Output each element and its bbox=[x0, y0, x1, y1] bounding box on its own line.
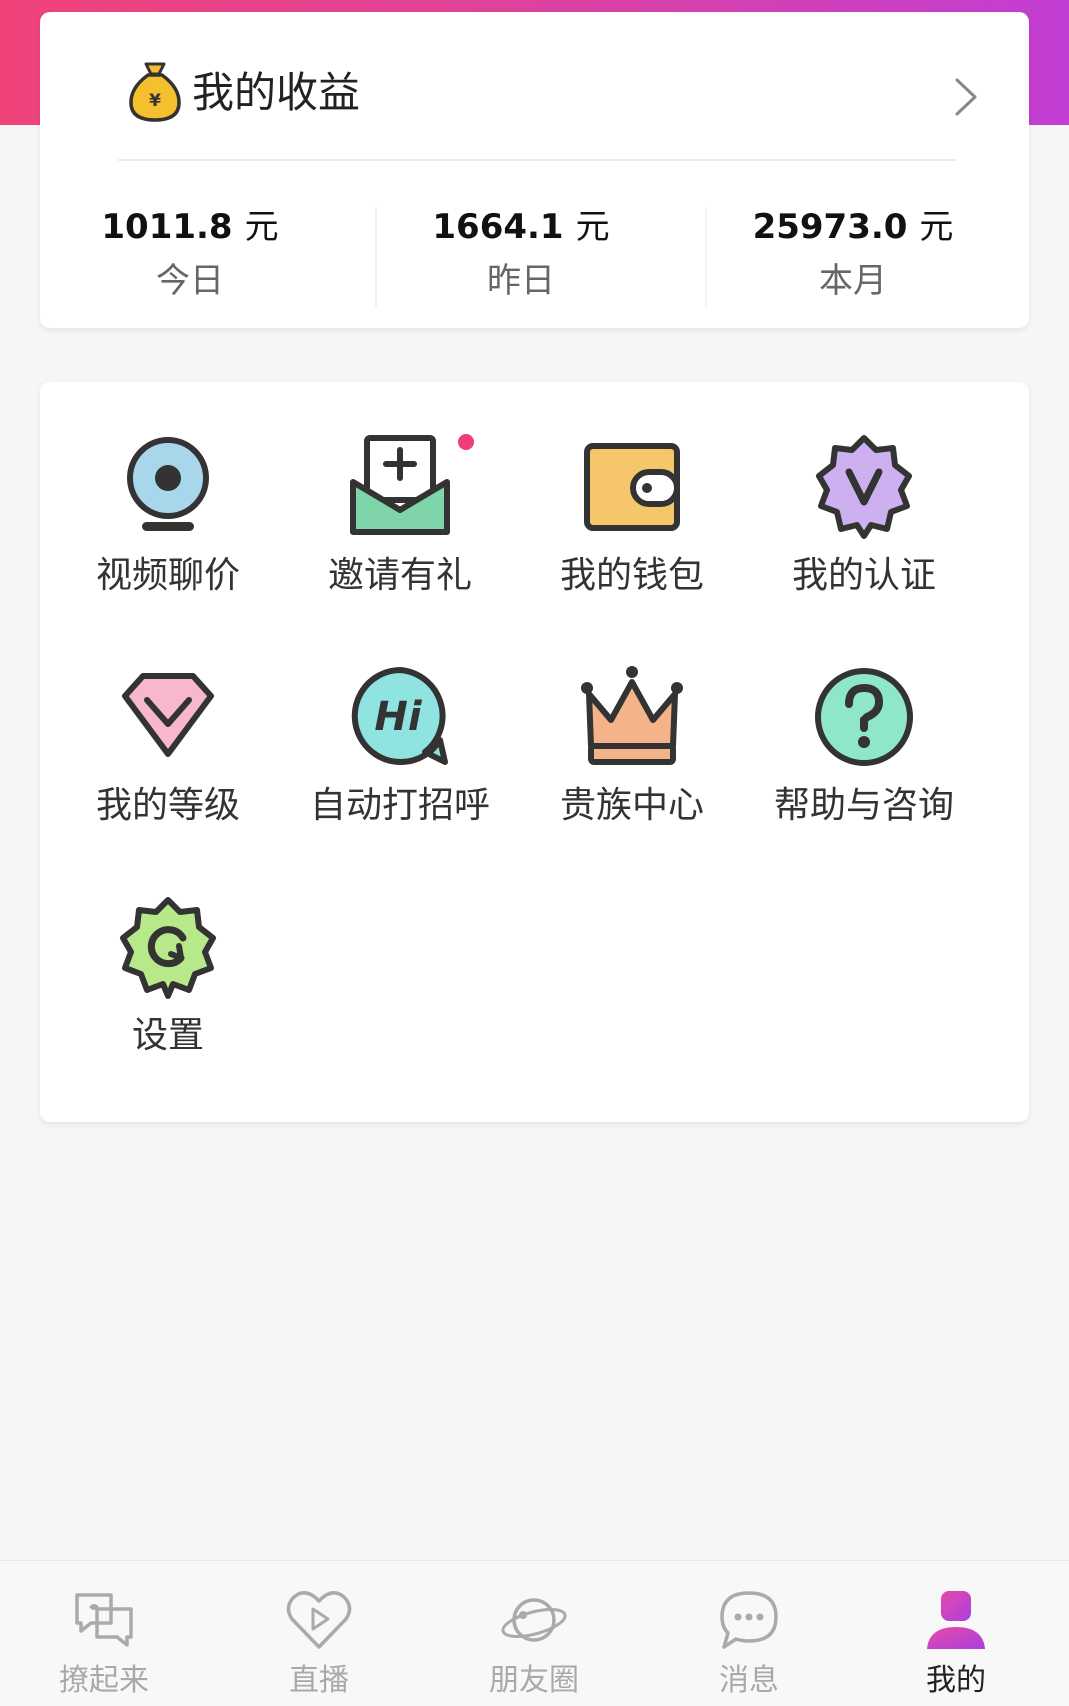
menu-label: 我的等级 bbox=[95, 785, 240, 826]
menu-my-verification[interactable]: 我的认证 bbox=[748, 432, 980, 632]
divider bbox=[705, 207, 707, 307]
menu-my-level[interactable]: 我的等级 bbox=[52, 662, 284, 862]
svg-text:Hi: Hi bbox=[374, 694, 422, 740]
stat-label: 昨日 bbox=[487, 261, 555, 301]
tab-label: 撩起来 bbox=[59, 1663, 149, 1698]
stat-yesterday: 1664.1 元 昨日 bbox=[391, 207, 651, 301]
divider bbox=[118, 159, 957, 161]
earnings-header[interactable]: ¥ 我的收益 bbox=[40, 12, 1029, 162]
money-bag-icon: ¥ bbox=[129, 62, 181, 122]
tab-label: 消息 bbox=[719, 1663, 779, 1698]
menu-label: 设置 bbox=[131, 1015, 204, 1056]
menu-label: 帮助与咨询 bbox=[773, 785, 954, 826]
crown-icon bbox=[581, 666, 683, 765]
tab-messages[interactable]: 消息 bbox=[669, 1587, 829, 1699]
message-icon bbox=[720, 1591, 778, 1649]
notification-dot bbox=[458, 434, 474, 450]
chat-bubbles-icon bbox=[75, 1593, 133, 1647]
hi-bubble-icon: Hi bbox=[351, 667, 448, 765]
menu-my-wallet[interactable]: 我的钱包 bbox=[516, 432, 748, 632]
menu-noble-center[interactable]: 贵族中心 bbox=[516, 662, 748, 862]
tab-label: 朋友圈 bbox=[489, 1663, 579, 1698]
stat-value: 1011.8 元 bbox=[101, 207, 279, 247]
settings-gear-icon bbox=[120, 897, 216, 999]
menu-label: 我的认证 bbox=[791, 555, 936, 596]
profile-icon bbox=[927, 1591, 985, 1649]
tab-mine[interactable]: 我的 bbox=[876, 1587, 1036, 1699]
menu-auto-greet[interactable]: Hi 自动打招呼 bbox=[284, 662, 516, 862]
stat-value: 1664.1 元 bbox=[432, 207, 610, 247]
verified-badge-icon bbox=[816, 435, 912, 539]
earnings-title: 我的收益 bbox=[192, 68, 361, 117]
stat-today: 1011.8 元 今日 bbox=[60, 207, 320, 301]
menu-help-consult[interactable]: 帮助与咨询 bbox=[748, 662, 980, 862]
divider bbox=[375, 207, 377, 307]
tab-moments[interactable]: 朋友圈 bbox=[454, 1587, 614, 1699]
menu-video-chat-price[interactable]: 视频聊价 bbox=[52, 432, 284, 632]
stat-label: 今日 bbox=[156, 261, 224, 301]
menu-label: 邀请有礼 bbox=[327, 555, 472, 596]
stat-label: 本月 bbox=[819, 261, 887, 301]
menu-label: 我的钱包 bbox=[559, 555, 704, 596]
menu-grid-card: 视频聊价 邀请有礼 我的钱包 我的认证 我的等级 Hi 自动打招呼 贵族中心 帮… bbox=[40, 382, 1029, 1122]
diamond-icon bbox=[122, 673, 214, 757]
tab-label: 我的 bbox=[926, 1663, 986, 1698]
menu-invite-gift[interactable]: 邀请有礼 bbox=[284, 432, 516, 632]
earnings-card: ¥ 我的收益 1011.8 元 今日 1664.1 元 昨日 25973.0 元 本月 bbox=[40, 12, 1029, 328]
tab-label: 直播 bbox=[289, 1663, 349, 1698]
webcam-icon bbox=[127, 437, 209, 531]
tab-live[interactable]: 直播 bbox=[239, 1587, 399, 1699]
bottom-tab-bar: 撩起来 直播 朋友圈 消息 我的 bbox=[0, 1560, 1069, 1706]
help-icon bbox=[815, 668, 913, 766]
wallet-icon bbox=[584, 443, 680, 531]
menu-settings[interactable]: 设置 bbox=[52, 892, 284, 1092]
heart-play-icon bbox=[286, 1591, 352, 1649]
chevron-right-icon[interactable] bbox=[949, 74, 981, 120]
svg-text:¥: ¥ bbox=[149, 91, 161, 111]
menu-label: 自动打招呼 bbox=[309, 785, 490, 826]
planet-icon bbox=[501, 1598, 567, 1642]
menu-label: 贵族中心 bbox=[559, 785, 704, 826]
stat-month: 25973.0 元 本月 bbox=[723, 207, 983, 301]
invite-envelope-icon bbox=[350, 435, 450, 535]
stat-value: 25973.0 元 bbox=[752, 207, 954, 247]
tab-flirt[interactable]: 撩起来 bbox=[24, 1587, 184, 1699]
menu-label: 视频聊价 bbox=[95, 555, 240, 596]
